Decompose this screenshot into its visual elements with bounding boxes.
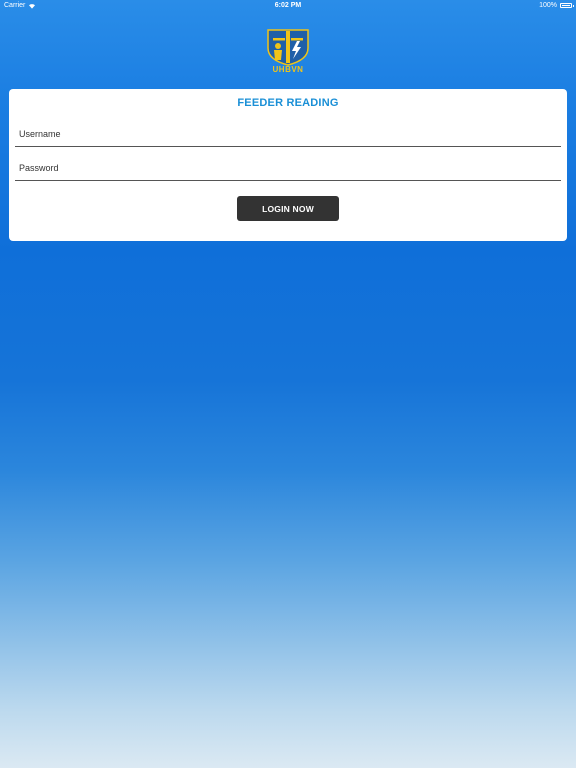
status-bar: Carrier 6:02 PM 100% [0,0,576,12]
shield-icon [267,29,309,66]
username-field [15,123,561,147]
status-time: 6:02 PM [274,2,302,9]
battery-fill [562,5,570,6]
status-right: 100% [539,2,574,9]
password-input[interactable] [19,159,557,177]
battery-icon [560,3,574,8]
logo-text: UHBVN [272,65,304,74]
login-button[interactable]: LOGIN NOW [237,196,339,221]
username-input[interactable] [19,125,557,143]
battery-percent: 100% [539,2,557,9]
uhbvn-logo: UHBVN [265,28,311,74]
page-title: FEEDER READING [237,97,339,109]
password-field [15,157,561,181]
